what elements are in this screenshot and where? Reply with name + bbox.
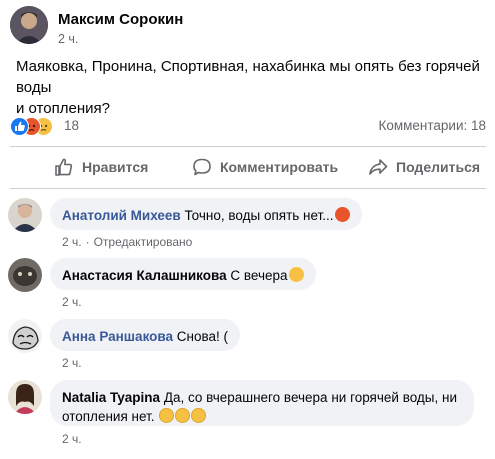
comments-count[interactable]: Комментарии: 18 (378, 118, 486, 133)
share-icon (369, 159, 388, 175)
like-icon (10, 117, 29, 136)
comment-icon (193, 158, 211, 176)
comment-button-label: Комментировать (220, 159, 339, 175)
comment-timestamp[interactable]: 2 ч. (62, 235, 82, 249)
reaction-count[interactable]: 18 (64, 118, 79, 133)
comment-text: С вечера (230, 268, 288, 283)
comment-meta: 2 ч. · Отредактировано (62, 235, 193, 249)
edited-label[interactable]: Отредактировано (94, 235, 193, 249)
commenter-name[interactable]: Анатолий Михеев (62, 208, 181, 223)
pensive-emoji-icon (191, 408, 207, 423)
comment-bubble: Анастасия Калашникова С вечера (50, 258, 316, 290)
comment-meta: 2 ч. (62, 356, 86, 370)
thumbs-up-icon (55, 158, 73, 176)
comment-text: отопления нет. (62, 409, 155, 424)
comment-bubble: Natalia Tyapina Да, со вчерашнего вечера… (50, 380, 474, 426)
divider (10, 188, 486, 189)
pensive-emoji-icon (159, 408, 175, 423)
comment-meta: 2 ч. (62, 295, 86, 309)
commenter-avatar[interactable] (8, 380, 42, 414)
comment-bubble: Анна Раншакова Снова! ( (50, 319, 241, 351)
pensive-emoji-icon (175, 408, 191, 423)
author-name[interactable]: Максим Сорокин (58, 11, 183, 28)
angry-emoji-icon (334, 207, 350, 222)
post-timestamp[interactable]: 2 ч. (58, 32, 78, 46)
comment-meta: 2 ч. (62, 432, 86, 446)
comment-text: Точно, воды опять нет... (184, 208, 334, 223)
commenter-avatar[interactable] (8, 198, 42, 232)
share-button-label: Поделиться (396, 159, 481, 175)
comment-timestamp[interactable]: 2 ч. (62, 356, 82, 370)
comment-text: Снова! ( (176, 329, 229, 344)
reactions-bar: 18 Комментарии: 18 (10, 116, 486, 136)
post-text-line: Маяковка, Пронина, Спортивная, нахабинка… (16, 58, 480, 96)
comment-bubble: Анатолий Михеев Точно, воды опять нет... (50, 198, 362, 230)
tired-emoji-icon (288, 267, 304, 282)
comment-timestamp[interactable]: 2 ч. (62, 432, 82, 446)
commenter-name[interactable]: Natalia Tyapina (62, 390, 160, 405)
share-button[interactable]: Поделиться (368, 150, 480, 184)
comment-button[interactable]: Комментировать (192, 150, 338, 184)
comment-timestamp[interactable]: 2 ч. (62, 295, 82, 309)
like-button-label: Нравится (82, 159, 149, 175)
divider (10, 146, 486, 147)
like-button[interactable]: Нравится (54, 150, 148, 184)
commenter-name[interactable]: Анастасия Калашникова (62, 268, 227, 283)
author-avatar[interactable] (10, 6, 48, 44)
commenter-avatar[interactable] (8, 319, 42, 353)
post-actions: Нравится Комментировать Поделиться (10, 150, 486, 184)
commenter-name[interactable]: Анна Раншакова (62, 329, 173, 344)
commenter-avatar[interactable] (8, 258, 42, 292)
comment-text: Да, со вчерашнего вечера ни горячей воды… (163, 390, 458, 405)
post-header: Максим Сорокин 2 ч. (10, 6, 490, 50)
post-text: Маяковка, Пронина, Спортивная, нахабинка… (16, 56, 486, 119)
